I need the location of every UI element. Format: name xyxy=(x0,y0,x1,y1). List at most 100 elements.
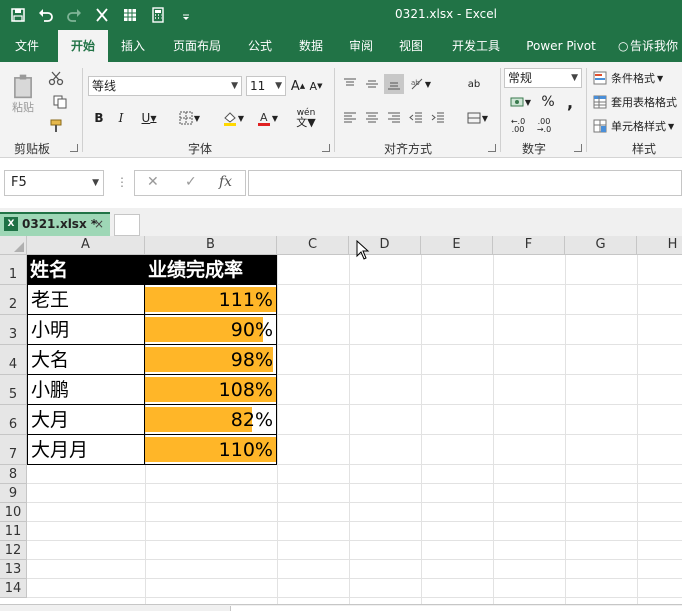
column-header-f[interactable]: F xyxy=(493,236,565,255)
enter-icon[interactable]: ✓ xyxy=(185,174,197,190)
rate-cell[interactable]: 111% xyxy=(145,285,277,315)
font-color-button[interactable]: A ▼ xyxy=(252,108,282,128)
name-cell[interactable]: 大月 xyxy=(27,405,145,435)
decrease-font-button[interactable]: A ▼ xyxy=(308,76,324,96)
fill-color-button[interactable]: ▼ xyxy=(218,108,248,128)
cell-styles-button[interactable]: 单元格样式 ▼ xyxy=(592,116,682,136)
bold-button[interactable]: B xyxy=(90,108,108,128)
format-as-table-button[interactable]: 套用表格格式 xyxy=(592,92,682,112)
select-all-button[interactable] xyxy=(0,236,27,255)
align-center-button[interactable] xyxy=(362,108,382,128)
font-size-combo[interactable]: 11 ▼ xyxy=(246,76,286,96)
copy-button[interactable] xyxy=(46,92,74,112)
row-header[interactable]: 3 xyxy=(0,315,27,345)
column-header-a[interactable]: A xyxy=(27,236,145,255)
new-workbook-tab[interactable] xyxy=(114,214,140,236)
column-header-g[interactable]: G xyxy=(565,236,637,255)
row-header[interactable]: 12 xyxy=(0,541,27,560)
tell-me-box[interactable]: ○ 告诉我你 xyxy=(618,30,682,62)
paste-button[interactable]: 粘贴 xyxy=(6,68,40,120)
column-header-e[interactable]: E xyxy=(421,236,493,255)
column-header-b[interactable]: B xyxy=(145,236,277,255)
row-header[interactable]: 13 xyxy=(0,560,27,579)
top-align-button[interactable] xyxy=(340,74,360,94)
tab-review[interactable]: 审阅 xyxy=(338,30,384,62)
tab-file[interactable]: 文件 xyxy=(0,30,54,62)
middle-align-button[interactable] xyxy=(362,74,382,94)
italic-button[interactable]: I xyxy=(112,108,130,128)
header-cell-name[interactable]: 姓名 xyxy=(27,255,145,285)
cancel-icon[interactable]: ✕ xyxy=(147,174,159,190)
rate-cell[interactable]: 110% xyxy=(145,435,277,465)
align-right-button[interactable] xyxy=(384,108,404,128)
row-header[interactable]: 9 xyxy=(0,484,27,503)
row-header[interactable]: 5 xyxy=(0,375,27,405)
wrap-text-button[interactable]: ab xyxy=(462,74,486,94)
decrease-indent-button[interactable] xyxy=(406,108,426,128)
rate-cell[interactable]: 90% xyxy=(145,315,277,345)
alignment-launcher[interactable] xyxy=(488,144,496,152)
name-box[interactable]: F5 ▼ xyxy=(4,170,104,196)
rate-cell[interactable]: 108% xyxy=(145,375,277,405)
row-header[interactable]: 7 xyxy=(0,435,27,465)
merge-center-button[interactable]: ▼ xyxy=(460,108,494,128)
tab-data[interactable]: 数据 xyxy=(288,30,334,62)
row-header[interactable]: 8 xyxy=(0,465,27,484)
tab-power-pivot[interactable]: Power Pivot xyxy=(518,30,604,62)
row-header[interactable]: 10 xyxy=(0,503,27,522)
cut-button[interactable] xyxy=(46,68,66,88)
align-left-button[interactable] xyxy=(340,108,360,128)
increase-indent-button[interactable] xyxy=(428,108,448,128)
worksheet-grid[interactable]: A B C D E F G H 1 2 3 4 5 6 7 8 9 10 11 … xyxy=(0,236,682,606)
accounting-format-button[interactable]: ▼ xyxy=(506,92,534,112)
rate-cell[interactable]: 82% xyxy=(145,405,277,435)
tab-view[interactable]: 视图 xyxy=(388,30,434,62)
formula-input[interactable] xyxy=(248,170,682,196)
tab-page-layout[interactable]: 页面布局 xyxy=(160,30,234,62)
row-header[interactable]: 6 xyxy=(0,405,27,435)
number-group-label: 数字 xyxy=(522,142,547,156)
row-header[interactable]: 1 xyxy=(0,255,27,285)
name-cell[interactable]: 小鹏 xyxy=(27,375,145,405)
row-header[interactable]: 11 xyxy=(0,522,27,541)
tab-home[interactable]: 开始 xyxy=(58,30,108,62)
format-painter-button[interactable] xyxy=(46,116,66,136)
row-header[interactable]: 14 xyxy=(0,579,27,598)
formula-bar-grip[interactable]: ⋮ xyxy=(116,175,128,189)
orientation-button[interactable]: ab ▼ xyxy=(406,74,434,94)
rate-cell[interactable]: 98% xyxy=(145,345,277,375)
comma-button[interactable]: , xyxy=(560,92,580,112)
chevron-down-icon: ▼ xyxy=(275,81,282,91)
underline-button[interactable]: U ▼ xyxy=(134,108,164,128)
workbook-tab[interactable]: X 0321.xlsx * × xyxy=(0,212,110,236)
row-header[interactable]: 4 xyxy=(0,345,27,375)
number-format-combo[interactable]: 常规 ▼ xyxy=(504,68,582,88)
font-name-combo[interactable]: 等线 ▼ xyxy=(88,76,242,96)
paint-bucket-icon xyxy=(223,112,236,126)
insert-function-icon[interactable]: fx xyxy=(219,174,232,190)
name-cell[interactable]: 大月月 xyxy=(27,435,145,465)
tab-insert[interactable]: 插入 xyxy=(110,30,156,62)
column-header-h[interactable]: H xyxy=(637,236,682,255)
row-header[interactable]: 2 xyxy=(0,285,27,315)
increase-decimal-button[interactable]: ←.0.00 xyxy=(506,116,530,136)
name-cell[interactable]: 老王 xyxy=(27,285,145,315)
decrease-decimal-button[interactable]: .00 →.0 xyxy=(532,116,556,136)
name-cell[interactable]: 大名 xyxy=(27,345,145,375)
horizontal-scrollbar[interactable] xyxy=(230,606,682,611)
font-launcher[interactable] xyxy=(322,144,330,152)
percent-button[interactable]: % xyxy=(538,92,558,112)
tab-formulas[interactable]: 公式 xyxy=(238,30,282,62)
name-cell[interactable]: 小明 xyxy=(27,315,145,345)
borders-button[interactable]: ▼ xyxy=(174,108,204,128)
conditional-formatting-button[interactable]: 条件格式 ▼ xyxy=(592,68,682,88)
phonetic-button[interactable]: wén 文▼ xyxy=(292,106,320,130)
clipboard-launcher[interactable] xyxy=(70,144,78,152)
bottom-align-button[interactable] xyxy=(384,74,404,94)
tab-developer[interactable]: 开发工具 xyxy=(440,30,512,62)
number-launcher[interactable] xyxy=(574,144,582,152)
column-header-c[interactable]: C xyxy=(277,236,349,255)
close-icon[interactable]: × xyxy=(94,214,104,234)
increase-font-button[interactable]: A ▲ xyxy=(290,76,306,96)
header-cell-rate[interactable]: 业绩完成率 xyxy=(145,255,277,285)
